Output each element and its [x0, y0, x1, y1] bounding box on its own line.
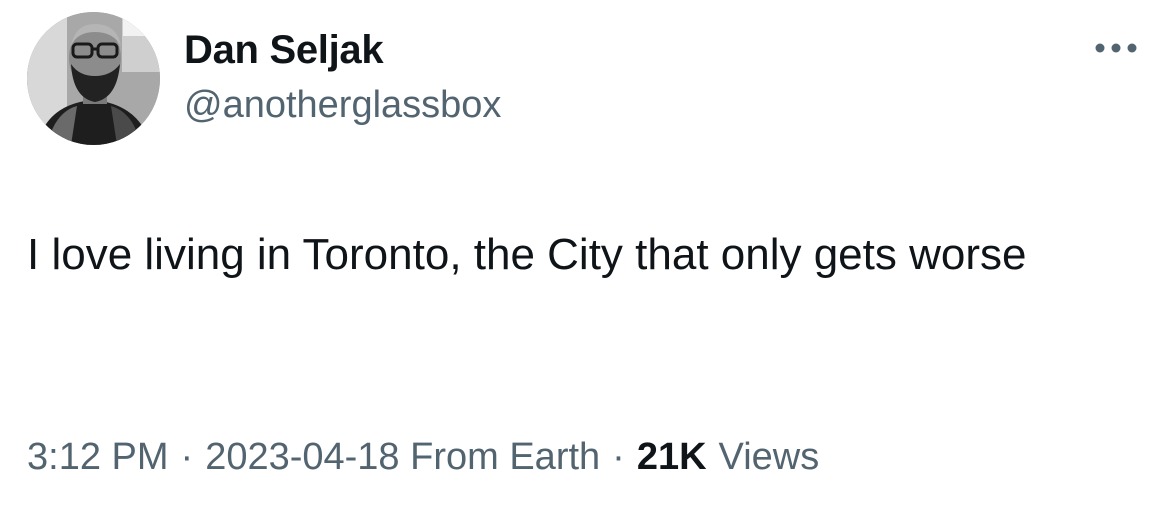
- more-horizontal-icon: [1095, 43, 1137, 53]
- tweet-time[interactable]: 3:12 PM: [27, 436, 169, 479]
- more-options-button[interactable]: [1090, 30, 1142, 66]
- user-handle[interactable]: @anotherglassbox: [184, 84, 501, 127]
- tweet-meta: 3:12 PM · 2023-04-18 From Earth · 21K Vi…: [27, 436, 819, 479]
- tweet-date-location[interactable]: 2023-04-18 From Earth: [205, 436, 600, 479]
- meta-separator: ·: [180, 436, 194, 478]
- profile-photo-icon: [27, 12, 160, 145]
- tweet-card: Dan Seljak @anotherglassbox I love livin…: [0, 0, 1170, 510]
- views-label: Views: [718, 436, 820, 478]
- avatar[interactable]: [27, 12, 160, 145]
- views-count[interactable]: 21K: [637, 436, 707, 479]
- meta-separator: ·: [612, 436, 625, 478]
- display-name[interactable]: Dan Seljak: [184, 28, 384, 73]
- tweet-text: I love living in Toronto, the City that …: [27, 230, 1027, 279]
